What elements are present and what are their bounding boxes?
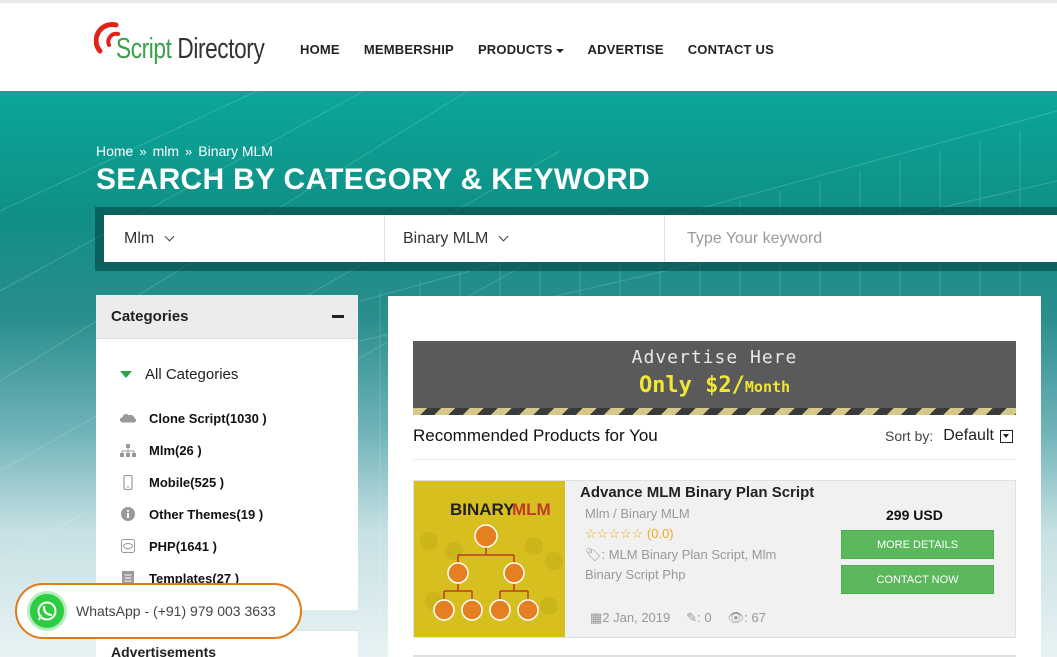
breadcrumb-separator: » (185, 143, 193, 159)
sort-label: Sort by: (885, 428, 934, 444)
nav-products-label: PRODUCTS (477, 42, 553, 57)
star-icon: ☆☆☆☆☆ (585, 526, 644, 541)
subcategory-select[interactable]: Binary MLM (385, 215, 665, 262)
product-comments: ✎: 0 (686, 610, 711, 626)
product-tags-text: : MLM Binary Plan Script, Mlm Binary Scr… (585, 547, 777, 582)
nav-membership[interactable]: MEMBERSHIP (364, 42, 454, 57)
thumbnail-text-binary: BINARY (450, 500, 515, 519)
category-item-other-themes[interactable]: Other Themes(19 ) (120, 498, 267, 530)
chevron-down-icon (498, 231, 509, 242)
nav-contact-us[interactable]: CONTACT US (688, 42, 774, 57)
categories-header[interactable]: Categories (96, 295, 358, 339)
breadcrumb-home[interactable]: Home (96, 143, 133, 159)
logo-text-script: Script (116, 33, 172, 65)
banner-stripe (413, 408, 1016, 415)
breadcrumb: Home » mlm » Binary MLM (96, 143, 273, 159)
all-categories-label: All Categories (145, 366, 239, 383)
edit-icon: ✎ (686, 610, 698, 625)
logo-text: Script Directory (116, 33, 265, 66)
site-header: Script Directory HOME MEMBERSHIP PRODUCT… (0, 0, 1057, 91)
tags-icon: 🏷 (585, 547, 602, 562)
contact-now-button[interactable]: CONTACT NOW (841, 565, 994, 594)
categories-title: Categories (111, 308, 189, 325)
category-label: Other Themes(19 ) (149, 506, 264, 522)
categories-panel: Categories All Categories Clone Script(1… (96, 295, 358, 610)
category-label: Mlm(26 ) (149, 442, 202, 458)
dropdown-icon (999, 429, 1013, 443)
product-views-count: : 67 (744, 610, 766, 625)
mobile-icon (120, 474, 136, 490)
product-category[interactable]: Mlm / Binary MLM (585, 506, 690, 521)
banner-headline: Advertise Here (631, 347, 798, 368)
product-tags: 🏷: MLM Binary Plan Script, Mlm Binary Sc… (585, 545, 815, 585)
caret-down-icon (120, 371, 132, 378)
search-bar: Mlm Binary MLM (104, 215, 1057, 262)
product-rating-value: (0.0) (646, 526, 674, 541)
category-select-value: Mlm (124, 229, 155, 247)
thumbnail-text-mlm: MLM (512, 500, 551, 519)
banner-price: Only $2/Month (413, 373, 1016, 398)
sort-select[interactable]: Default (943, 427, 1013, 445)
product-comments-count: : 0 (697, 610, 712, 625)
site-logo[interactable]: Script Directory (94, 19, 265, 71)
breadcrumb-separator: » (139, 143, 147, 159)
category-item-mlm[interactable]: Mlm(26 ) (120, 434, 267, 466)
sort-select-value: Default (943, 427, 994, 444)
breadcrumb-current: Binary MLM (198, 143, 273, 159)
eye-icon: 👁 (727, 610, 745, 625)
main-nav: HOME MEMBERSHIP PRODUCTS ADVERTISE CONTA… (300, 42, 774, 57)
sitemap-icon (120, 443, 136, 457)
product-date: ▦2 Jan, 2019 (590, 610, 670, 626)
product-rating: ☆☆☆☆☆ (0.0) (585, 526, 674, 542)
more-details-button[interactable]: MORE DETAILS (841, 530, 994, 559)
breadcrumb-mlm[interactable]: mlm (153, 143, 179, 159)
cloud-icon (120, 411, 136, 425)
calendar-icon: ▦ (590, 610, 603, 625)
nav-products[interactable]: PRODUCTS (478, 42, 564, 57)
whatsapp-icon (27, 591, 67, 631)
category-label: Mobile(525 ) (149, 474, 225, 490)
product-card: BINARY MLM Advance MLM Binary Plan Scrip… (413, 480, 1016, 638)
sort-control: Sort by: Default (885, 427, 1013, 445)
product-views: 👁: 67 (728, 610, 766, 626)
caret-down-icon (555, 48, 564, 53)
recommended-title: Recommended Products for You (413, 426, 658, 445)
banner-price-amount: Only $2/ (638, 373, 745, 398)
category-select[interactable]: Mlm (104, 215, 385, 262)
category-item-clone-script[interactable]: Clone Script(1030 ) (120, 402, 267, 434)
page-title: SEARCH BY CATEGORY & KEYWORD (96, 163, 651, 196)
whatsapp-label: WhatsApp - (+91) 979 003 3633 (76, 603, 276, 619)
category-item-mobile[interactable]: Mobile(525 ) (120, 466, 267, 498)
category-label: PHP(1641 ) (149, 538, 217, 554)
php-icon (120, 539, 136, 553)
product-price: 299 USD (886, 507, 943, 523)
info-icon (120, 507, 136, 521)
logo-text-directory: Directory (177, 33, 265, 65)
advertise-banner[interactable]: Advertise Here Only $2/Month (413, 341, 1016, 415)
divider (413, 459, 1016, 460)
product-thumbnail: BINARY MLM (414, 481, 565, 637)
chevron-down-icon (164, 231, 175, 242)
banner-price-unit: Month (744, 378, 791, 396)
category-list: Clone Script(1030 ) Mlm(26 ) Mobile(525 … (120, 402, 267, 594)
nav-advertise[interactable]: ADVERTISE (588, 42, 664, 57)
product-image[interactable]: BINARY MLM (414, 481, 565, 637)
product-meta: ▦2 Jan, 2019 ✎: 0 👁: 67 (590, 610, 766, 626)
product-date-text: 2 Jan, 2019 (602, 610, 671, 625)
category-label: Clone Script(1030 ) (149, 410, 267, 426)
all-categories-toggle[interactable]: All Categories (120, 366, 238, 383)
collapse-icon[interactable] (332, 315, 344, 318)
product-title[interactable]: Advance MLM Binary Plan Script (580, 484, 814, 501)
keyword-input[interactable] (665, 215, 1057, 262)
category-item-php[interactable]: PHP(1641 ) (120, 530, 267, 562)
subcategory-select-value: Binary MLM (403, 229, 489, 247)
advertisements-title: Advertisements (111, 644, 217, 657)
nav-home[interactable]: HOME (300, 42, 340, 57)
whatsapp-button[interactable]: WhatsApp - (+91) 979 003 3633 (15, 583, 302, 639)
